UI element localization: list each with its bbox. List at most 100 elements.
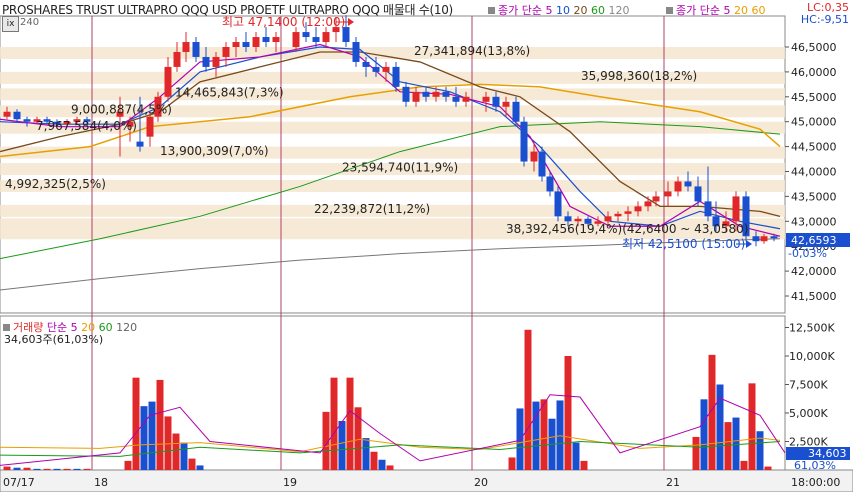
candle-body: [312, 37, 320, 43]
legend-ma120[interactable]: 120: [608, 4, 629, 17]
legend2-ma60[interactable]: 60: [751, 4, 765, 17]
current-change-label: -0,03%: [788, 247, 827, 260]
candle-body: [192, 42, 200, 57]
hc-readout: HC:-9,51: [800, 13, 849, 26]
candle-body: [182, 42, 190, 52]
candle-body: [530, 151, 538, 162]
candle-body: [634, 206, 642, 212]
candle-body: [538, 151, 546, 177]
candle-body: [252, 37, 260, 47]
candle-body: [644, 201, 652, 207]
current-volume-pct-label: 61,03%: [794, 459, 836, 472]
volume-bar: [156, 379, 164, 470]
candle-body: [554, 191, 562, 217]
candle-body: [136, 141, 144, 147]
volume-bar: [732, 417, 740, 470]
time-axis: [0, 469, 853, 492]
price-tick-label: 42,0000: [791, 265, 837, 278]
candle-body: [652, 196, 660, 202]
candle-body: [564, 216, 572, 222]
volume-bar: [700, 399, 708, 470]
volume-band-label: 23,594,740(11,9%): [342, 160, 458, 174]
period-count: 240: [20, 17, 40, 28]
volume-bar: [330, 377, 338, 470]
volume-percent: 34,603주(61,03%): [4, 333, 104, 346]
candle-body: [402, 86, 410, 102]
legend-ma10[interactable]: 10: [556, 4, 570, 17]
volume-band-label: 13,900,309(7,0%): [160, 144, 269, 158]
current-price-label: 42,6593: [791, 234, 837, 247]
candle-body: [242, 42, 250, 47]
date-label: 19: [283, 476, 297, 489]
volume-bar: [580, 460, 588, 470]
legend-ma5[interactable]: 종가 단순 5: [498, 4, 552, 17]
volume-bar: [748, 383, 756, 470]
candle-body: [482, 96, 490, 102]
legend-vol-ma120[interactable]: 120: [116, 321, 137, 334]
volume-band: [0, 146, 785, 159]
volume-bar: [23, 467, 31, 470]
candle-body: [272, 37, 280, 43]
candle-body: [302, 32, 310, 38]
volume-band-label: 4,992,325(2,5%): [5, 177, 106, 191]
price-tick-label: 46,5000: [791, 41, 837, 54]
volume-band-label: 38,392,456(19,4%)(42,6400 ~ 43,0580): [506, 222, 748, 236]
volume-bar: [692, 436, 700, 470]
volume-bar: [83, 468, 91, 470]
chart-canvas[interactable]: 46,5000 46,0000 45,5000 45,0000 44,5000 44,00…: [0, 0, 853, 492]
volume-band-label: 22,239,872(11,2%): [314, 202, 430, 216]
candle-body: [412, 91, 420, 102]
index-button[interactable]: ix: [2, 16, 19, 32]
volume-bar: [53, 468, 61, 470]
chart-title: PROSHARES TRUST ULTRAPRO QQQ USD PROETF …: [2, 3, 453, 17]
ma-legend: 종가 단순 5 10 20 60 120: [488, 2, 629, 18]
volume-bar: [564, 356, 572, 470]
price-tick-label: 44,5000: [791, 141, 837, 154]
legend-square-icon: [3, 324, 10, 331]
volume-bar: [740, 460, 748, 470]
volume-bar: [33, 468, 41, 470]
candle-body: [694, 186, 702, 202]
candle-body: [212, 56, 220, 67]
volume-band-label: 7,967,584(4,0%): [36, 119, 137, 133]
volume-bar: [572, 442, 580, 470]
candle-body: [674, 181, 682, 192]
candle-body: [732, 196, 740, 222]
price-tick-label: 46,0000: [791, 66, 837, 79]
volume-bar: [180, 442, 188, 470]
volume-bar: [132, 377, 140, 470]
candle-body: [164, 66, 172, 97]
candle-body: [292, 32, 300, 47]
volume-bar: [378, 459, 386, 470]
volume-bar: [346, 377, 354, 470]
candle-body: [232, 42, 240, 47]
volume-bar: [140, 406, 148, 470]
legend2-ma20[interactable]: 20: [734, 4, 748, 17]
volume-bar: [164, 416, 172, 470]
candle-body: [770, 236, 778, 239]
volume-bar: [188, 458, 196, 470]
volume-bar: [124, 460, 132, 470]
candle-body: [614, 213, 622, 217]
candle-body: [492, 96, 500, 107]
volume-bar: [540, 399, 548, 470]
candle-body: [442, 91, 450, 97]
volume-tick-label: 12,500K: [789, 322, 835, 335]
candle-body: [352, 42, 360, 62]
end-time-label: 18:00:00: [791, 476, 840, 489]
volume-bar: [362, 438, 370, 470]
candle-body: [3, 111, 11, 117]
candle-body: [624, 211, 632, 214]
legend-ma60[interactable]: 60: [591, 4, 605, 17]
volume-bar: [196, 465, 204, 470]
legend-ma20[interactable]: 20: [573, 4, 587, 17]
volume-bar: [764, 466, 772, 470]
candle-body: [432, 91, 440, 97]
chart-window: 46,5000 46,0000 45,5000 45,0000 44,5000 44,00…: [0, 0, 853, 492]
candle-body: [23, 119, 31, 122]
price-tick-label: 43,0000: [791, 215, 837, 228]
price-tick-label: 44,0000: [791, 166, 837, 179]
legend2-ma5[interactable]: 종가 단순 5: [676, 4, 730, 17]
candle-body: [604, 216, 612, 222]
date-label: 20: [474, 476, 488, 489]
